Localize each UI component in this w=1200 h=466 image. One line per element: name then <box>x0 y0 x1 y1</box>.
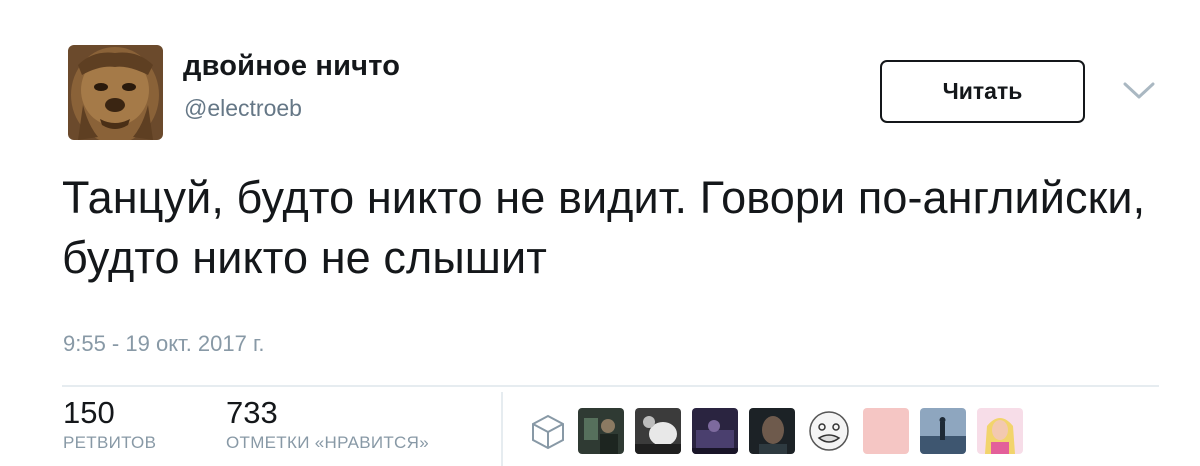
liker-avatar-photo-bw[interactable] <box>635 408 681 454</box>
display-name[interactable]: двойное ничто <box>183 50 400 83</box>
likes-count: 733 <box>226 395 278 430</box>
stats-separator <box>501 392 503 466</box>
liker-avatar-photo-blue[interactable] <box>920 408 966 454</box>
liker-avatar-default-egg[interactable] <box>525 408 571 454</box>
chewbacca-avatar-icon <box>68 45 163 140</box>
retweets-count: 150 <box>63 395 115 430</box>
liker-avatar-photo-purple[interactable] <box>692 408 738 454</box>
liker-avatar-photo-face-dark[interactable] <box>749 408 795 454</box>
likes-label: ОТМЕТКИ «НРАВИТСЯ» <box>226 433 429 452</box>
liker-avatar-pink[interactable] <box>863 408 909 454</box>
retweets-label: РЕТВИТОВ <box>63 433 157 452</box>
user-avatar[interactable] <box>68 45 163 140</box>
tweet-card: двойное ничто @electroeb Читать Танцуй, … <box>0 0 1200 466</box>
liker-avatar-photo-dark-green[interactable] <box>578 408 624 454</box>
follow-button[interactable]: Читать <box>880 60 1085 123</box>
user-handle[interactable]: @electroeb <box>184 95 302 122</box>
retweets-stat[interactable]: 150 РЕТВИТОВ <box>63 396 156 453</box>
likes-stat[interactable]: 733 ОТМЕТКИ «НРАВИТСЯ» <box>226 396 429 453</box>
stats-divider <box>62 385 1159 387</box>
liker-avatar-meme-face[interactable] <box>806 408 852 454</box>
tweet-text: Танцуй, будто никто не видит. Говори по-… <box>62 172 1146 283</box>
chevron-down-icon[interactable] <box>1122 80 1156 102</box>
liker-avatar-doll[interactable] <box>977 408 1023 454</box>
tweet-timestamp[interactable]: 9:55 - 19 окт. 2017 г. <box>63 331 264 357</box>
